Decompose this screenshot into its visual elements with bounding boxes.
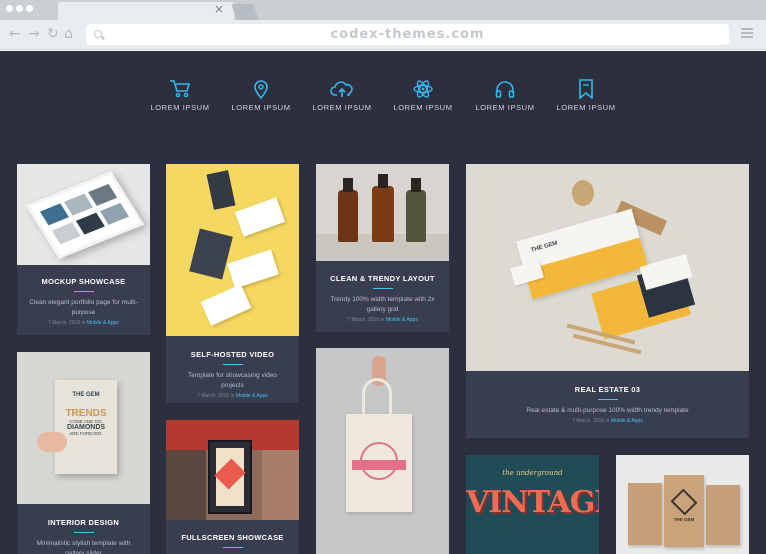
card-category-link[interactable]: Mobile & Apps <box>236 393 268 399</box>
card-caption: FULLSCREEN SHOWCASE <box>166 533 299 554</box>
card-title[interactable]: REAL ESTATE 03 <box>476 385 739 394</box>
portfolio-card-selfhosted[interactable]: SELF-HOSTED VIDEO Template for showcasin… <box>166 164 299 403</box>
hamburger-menu-icon[interactable] <box>741 28 753 40</box>
card-caption: CLEAN & TRENDY LAYOUT Trendy 100% width … <box>316 274 449 323</box>
feature-label: LOREM IPSUM <box>475 103 535 112</box>
mockup-image <box>17 164 150 265</box>
title-underline <box>372 288 393 289</box>
window-close-dot[interactable] <box>6 5 13 12</box>
back-arrow-icon[interactable]: ← <box>9 26 21 42</box>
hand-shape <box>37 432 67 452</box>
feature-item-cart[interactable]: LOREM IPSUM <box>145 79 215 112</box>
card-title[interactable]: FULLSCREEN SHOWCASE <box>176 533 289 542</box>
realestate-logo: THE GEM <box>530 240 559 254</box>
portfolio-card-bags[interactable]: THE GEM <box>616 455 749 554</box>
card-caption: REAL ESTATE 03 Real estate & multi-purpo… <box>466 385 749 424</box>
book-trends-text: TRENDS <box>65 408 107 419</box>
feature-label: LOREM IPSUM <box>556 103 616 112</box>
address-url: codex-themes.com <box>330 27 485 42</box>
card-description: Real estate & multi-purpose 100% width t… <box>526 407 689 414</box>
portfolio-card-interior[interactable]: THE GEM TRENDS COME AND GO, DIAMONDS ARE… <box>17 352 150 554</box>
card-meta: 7 March, 2016 in Mobile & Apps <box>27 320 140 326</box>
card-description: Minimalistic stylish template with galle… <box>36 540 131 554</box>
interior-image: THE GEM TRENDS COME AND GO, DIAMONDS ARE… <box>17 352 150 504</box>
card-description: Template for showcasing video projects <box>188 372 277 389</box>
cloud-upload-icon <box>330 81 353 97</box>
headphones-icon <box>495 81 515 98</box>
card-title[interactable]: INTERIOR DESIGN <box>27 518 140 527</box>
portfolio-card-fullscreen[interactable]: FULLSCREEN SHOWCASE <box>166 420 299 554</box>
page-content: LOREM IPSUM LOREM IPSUM LOREM IPSUM LORE… <box>0 51 766 554</box>
card-caption: INTERIOR DESIGN Minimalistic stylish tem… <box>17 518 150 554</box>
browser-tab[interactable] <box>58 2 234 20</box>
title-underline <box>597 399 618 400</box>
card-description: Trendy 100% width template with 2x galle… <box>330 296 435 313</box>
book-logo: THE GEM <box>72 392 100 398</box>
portfolio-card-mockup[interactable]: MOCKUP SHOWCASE Clean elegant portfolio … <box>17 164 150 335</box>
forward-arrow-icon[interactable]: → <box>28 26 40 42</box>
vintage-image: the underground VINTAGE <box>466 455 599 554</box>
card-meta: 7 March, 2016 in Mobile & Apps <box>326 317 439 323</box>
portfolio-card-tote[interactable] <box>316 348 449 554</box>
bags-image: THE GEM <box>616 455 749 554</box>
cart-icon <box>170 80 191 98</box>
fullscreen-image <box>166 420 299 520</box>
feature-label: LOREM IPSUM <box>393 103 453 112</box>
card-caption: MOCKUP SHOWCASE Clean elegant portfolio … <box>17 277 150 326</box>
bag-logo: THE GEM <box>673 517 695 522</box>
new-tab-button[interactable] <box>231 4 259 20</box>
card-date: 7 March, 2016 in <box>347 317 385 323</box>
feature-icon-row: LOREM IPSUM LOREM IPSUM LOREM IPSUM LORE… <box>0 79 766 119</box>
feature-item-cloud[interactable]: LOREM IPSUM <box>307 79 377 112</box>
feature-label: LOREM IPSUM <box>231 103 291 112</box>
feature-label: LOREM IPSUM <box>150 103 210 112</box>
feature-item-bookmark[interactable]: LOREM IPSUM <box>551 79 621 112</box>
window-maximize-dot[interactable] <box>26 5 33 12</box>
tote-image <box>316 348 449 554</box>
feature-item-location[interactable]: LOREM IPSUM <box>226 79 296 112</box>
card-title[interactable]: MOCKUP SHOWCASE <box>27 277 140 286</box>
title-underline <box>222 547 243 548</box>
card-title[interactable]: CLEAN & TRENDY LAYOUT <box>326 274 439 283</box>
address-bar[interactable]: codex-themes.com <box>86 24 729 45</box>
realestate-image: THE GEM <box>466 164 749 371</box>
window-minimize-dot[interactable] <box>16 5 23 12</box>
feature-label: LOREM IPSUM <box>312 103 372 112</box>
feature-item-atom[interactable]: LOREM IPSUM <box>388 79 458 112</box>
title-underline <box>73 291 94 292</box>
card-date: 7 March, 2016 in <box>197 393 235 399</box>
card-date: 7 March, 2016 in <box>48 320 86 326</box>
title-underline <box>222 364 243 365</box>
reload-icon[interactable]: ↻ <box>47 26 59 42</box>
bookmark-icon <box>579 79 593 99</box>
clean-image <box>316 164 449 261</box>
tab-close-icon[interactable]: × <box>214 2 224 16</box>
card-meta: 7 March, 2016 in Mobile & Apps <box>476 418 739 424</box>
feature-item-headphones[interactable]: LOREM IPSUM <box>470 79 540 112</box>
card-category-link[interactable]: Mobile & Apps <box>611 418 643 424</box>
location-pin-icon <box>254 80 268 99</box>
atom-icon <box>413 80 433 98</box>
card-title[interactable]: SELF-HOSTED VIDEO <box>176 350 289 359</box>
vintage-small-text: the underground <box>502 469 563 477</box>
vintage-title: VINTAGE <box>466 485 599 520</box>
card-date: 7 March, 2016 in <box>572 418 610 424</box>
card-meta: 7 March, 2016 in Mobile & Apps <box>176 393 289 399</box>
portfolio-card-vintage[interactable]: the underground VINTAGE <box>466 455 599 554</box>
card-category-link[interactable]: Mobile & Apps <box>87 320 119 326</box>
card-category-link[interactable]: Mobile & Apps <box>386 317 418 323</box>
browser-titlebar: × <box>0 0 766 20</box>
book-text-line: DIAMONDS <box>66 424 106 431</box>
selfhosted-image <box>166 164 299 336</box>
home-icon[interactable]: ⌂ <box>64 26 73 42</box>
portfolio-card-clean[interactable]: CLEAN & TRENDY LAYOUT Trendy 100% width … <box>316 164 449 332</box>
card-caption: SELF-HOSTED VIDEO Template for showcasin… <box>166 350 299 399</box>
portfolio-card-realestate[interactable]: THE GEM REAL ESTATE 03 Real estate & mul… <box>466 164 749 438</box>
title-underline <box>73 532 94 533</box>
card-description: Clean elegant portfolio page for multi-p… <box>29 299 138 316</box>
